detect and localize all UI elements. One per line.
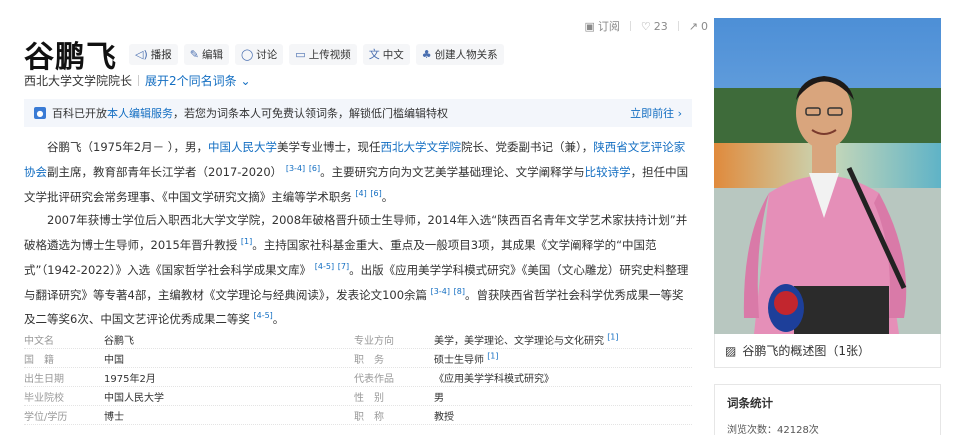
reference[interactable]: [1] [487, 351, 498, 360]
info-value: 教授 [434, 411, 454, 423]
info-value: 《应用美学学科模式研究》 [434, 373, 554, 385]
info-key: 学位/学历 [24, 411, 68, 423]
info-key: 性 别 [354, 392, 384, 404]
toolbar: ◁) 播报 ✎ 编辑 ◯ 讨论 ▭ 上传视频 文中文 ♣ 创建人物关系 [129, 43, 504, 65]
top-actions: ▣ 订阅 ♡ 23 ↗ 0 [585, 18, 709, 34]
reference[interactable]: [6] [309, 164, 320, 173]
info-value: 男 [434, 392, 444, 404]
divider [629, 21, 631, 31]
info-row: 毕业院校 中国人民大学 性 别 男 [24, 387, 692, 406]
reference[interactable]: [4] [355, 189, 366, 198]
user-icon: ● [34, 107, 46, 119]
chevron-down-icon: ⌄ [240, 74, 251, 88]
info-key: 国 籍 [24, 354, 54, 366]
subtitle: 西北大学文学院院长 展开2个同名词条 ⌄ [24, 72, 251, 89]
edit-button[interactable]: ✎ 编辑 [183, 43, 229, 65]
create-relation-button[interactable]: ♣ 创建人物关系 [415, 43, 504, 65]
upload-video-button[interactable]: ▭ 上传视频 [289, 43, 357, 65]
info-row: 中文名 谷鹏飞 专业方向 美学，美学理论、文学理论与文化研究 [1] [24, 330, 692, 349]
divider [677, 21, 679, 31]
chat-icon: ◯ [240, 47, 254, 61]
view-count: 浏览次数：42128次 [727, 425, 819, 435]
sidebar: ▨ 谷鹏飞的概述图（1张） [714, 18, 941, 368]
page-title: 谷鹏飞 [24, 40, 117, 75]
reference[interactable]: [1] [607, 332, 618, 341]
info-value: 美学，美学理论、文学理论与文化研究 [1] [434, 332, 619, 347]
like-button[interactable]: ♡ 23 [641, 20, 668, 33]
photo-caption[interactable]: ▨ 谷鹏飞的概述图（1张） [714, 334, 941, 368]
share-button[interactable]: ↗ 0 [689, 20, 708, 33]
language-button[interactable]: 文中文 [362, 43, 410, 65]
video-icon: ▭ [295, 47, 306, 61]
info-row: 国 籍 中国 职 务 硕士生导师 [1] [24, 349, 692, 368]
info-key: 职 务 [354, 354, 384, 366]
reference[interactable]: [4-5] [253, 311, 272, 320]
discuss-button[interactable]: ◯ 讨论 [234, 43, 284, 65]
edit-service-link[interactable]: 本人编辑服务 [107, 105, 173, 121]
reference[interactable]: [4-5] [315, 262, 334, 271]
subtitle-desc: 西北大学文学院院长 [24, 74, 133, 88]
info-row: 学位/学历 博士 职 称 教授 [24, 406, 692, 425]
info-value: 博士 [104, 411, 124, 423]
renmin-university-link[interactable]: 中国人民大学 [208, 140, 277, 154]
info-value-link[interactable]: 中国 [104, 351, 354, 366]
reference[interactable]: [6] [370, 189, 381, 198]
portrait-image [714, 18, 941, 334]
title-row: 谷鹏飞 ◁) 播报 ✎ 编辑 ◯ 讨论 ▭ 上传视频 文中文 ♣ 创建人物关系 [24, 32, 504, 76]
thumbs-up-icon: ♡ [640, 19, 651, 33]
subscribe-icon: ▣ [584, 19, 595, 33]
info-key: 出生日期 [24, 373, 64, 385]
info-key: 专业方向 [354, 335, 394, 347]
info-value-link[interactable]: 中国人民大学 [104, 389, 354, 404]
info-key: 毕业院校 [24, 392, 64, 404]
info-key: 中文名 [24, 335, 54, 347]
divider [138, 75, 140, 86]
summary-paragraph: 谷鹏飞（1975年2月－ ），男，中国人民大学美学专业博士，现任西北大学文学院院… [24, 140, 689, 204]
gallery-icon: ▨ [725, 343, 737, 358]
broadcast-button[interactable]: ◁) 播报 [129, 43, 178, 65]
info-key: 职 称 [354, 411, 384, 423]
info-row: 出生日期 1975年2月 代表作品 《应用美学学科模式研究》 [24, 368, 692, 387]
expand-homonyms-link[interactable]: 展开2个同名词条 ⌄ [145, 72, 251, 89]
info-value: 1975年2月 [104, 373, 156, 385]
reference[interactable]: [8] [454, 287, 465, 296]
translate-icon: 文 [368, 48, 380, 61]
comparative-poetics-link[interactable]: 比较诗学 [585, 165, 631, 179]
main-content: ▣ 订阅 ♡ 23 ↗ 0 谷鹏飞 ◁) 播报 ✎ 编辑 ◯ 讨论 ▭ 上传视频 文中文 ♣ 创… [24, 0, 708, 435]
nwu-school-link[interactable]: 西北大学文学院 [381, 140, 462, 154]
info-value: 硕士生导师 [1] [434, 351, 499, 366]
career-paragraph: 2007年获博士学位后入职西北大学文学院，2008年破格晋升硕士生导师，2014… [24, 213, 689, 327]
reference[interactable]: [3-4] [286, 164, 305, 173]
info-key: 代表作品 [354, 373, 394, 385]
people-icon: ♣ [421, 47, 432, 61]
entry-stats-panel: 词条统计 浏览次数：42128次 [714, 384, 941, 435]
reference[interactable]: [1] [241, 237, 252, 246]
reference[interactable]: [7] [338, 262, 349, 271]
reference[interactable]: [3-4] [431, 287, 450, 296]
pencil-icon: ✎ [189, 47, 199, 61]
info-value: 谷鹏飞 [104, 335, 134, 347]
stats-title: 词条统计 [727, 396, 773, 410]
edit-notice-banner: ● 百科已开放 本人编辑服务 ，若您为词条本人可免费认领词条，解锁低门槛编辑特权 立… [24, 99, 692, 127]
subscribe-button[interactable]: ▣ 订阅 [585, 18, 620, 34]
speaker-icon: ◁) [135, 47, 148, 61]
go-now-link[interactable]: 立即前往 › [630, 105, 682, 121]
basic-info-table: 中文名 谷鹏飞 专业方向 美学，美学理论、文学理论与文化研究 [1] 国 籍 中… [24, 330, 692, 425]
share-icon: ↗ [688, 19, 698, 33]
summary-photo[interactable] [714, 18, 941, 334]
